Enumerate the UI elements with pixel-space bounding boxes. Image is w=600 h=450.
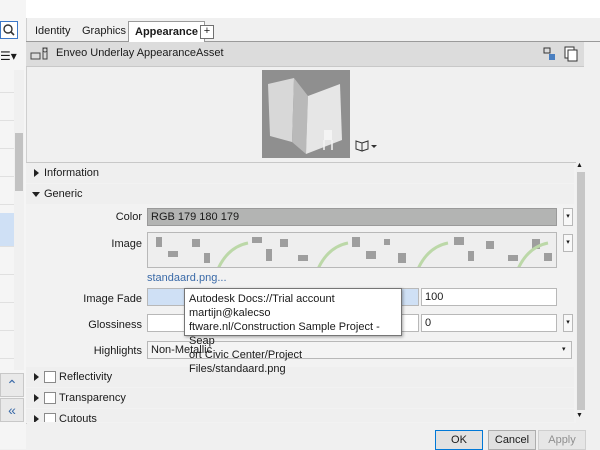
highlights-label: Highlights bbox=[93, 345, 142, 357]
image-fade-input[interactable]: 100 bbox=[421, 288, 557, 306]
section-transparency[interactable]: Transparency bbox=[26, 388, 574, 408]
cancel-button[interactable]: Cancel bbox=[488, 430, 536, 450]
list-item[interactable] bbox=[0, 121, 14, 149]
glossiness-label: Glossiness bbox=[88, 319, 142, 331]
preview-scene-icon[interactable] bbox=[354, 139, 378, 153]
section-title: Cutouts bbox=[59, 413, 97, 422]
list-item[interactable] bbox=[0, 177, 14, 205]
list-item[interactable] bbox=[0, 65, 14, 93]
tab-appearance[interactable]: Appearance bbox=[128, 21, 205, 43]
transparency-checkbox[interactable] bbox=[44, 392, 56, 404]
cutouts-checkbox[interactable] bbox=[44, 413, 56, 422]
section-title: Information bbox=[44, 167, 100, 179]
list-item[interactable] bbox=[0, 247, 14, 275]
left-scrollbar-thumb[interactable] bbox=[15, 133, 23, 191]
add-tab-button[interactable]: + bbox=[200, 25, 214, 39]
view-menu-icon[interactable]: ☰▾ bbox=[0, 47, 22, 65]
section-cutouts[interactable]: Cutouts bbox=[26, 409, 574, 422]
search-button[interactable] bbox=[0, 21, 18, 39]
expand-icon bbox=[34, 394, 39, 402]
list-item[interactable] bbox=[0, 275, 14, 303]
copy-asset-icon[interactable] bbox=[563, 46, 579, 62]
scroll-down-icon[interactable]: ▼ bbox=[576, 412, 583, 419]
top-blank-area bbox=[26, 0, 600, 18]
section-title: Generic bbox=[44, 188, 83, 200]
section-information[interactable]: Information bbox=[26, 163, 574, 183]
expand-icon bbox=[34, 373, 39, 381]
tooltip-line: ort Civic Center/Project Files/standaard… bbox=[189, 349, 303, 375]
list-item-selected[interactable] bbox=[0, 213, 14, 247]
glossiness-input[interactable]: 0 bbox=[421, 314, 557, 332]
tooltip-line: Autodesk Docs://Trial account martijn@ka… bbox=[189, 293, 335, 319]
section-title: Transparency bbox=[59, 392, 126, 404]
list-item[interactable] bbox=[0, 93, 14, 121]
list-item[interactable] bbox=[0, 149, 14, 177]
tab-graphics[interactable]: Graphics bbox=[76, 21, 132, 41]
apply-button[interactable]: Apply bbox=[538, 430, 586, 450]
image-file-link[interactable]: standaard.png... bbox=[147, 272, 227, 284]
glossiness-dropdown[interactable]: ▾ bbox=[563, 314, 573, 332]
list-item[interactable] bbox=[0, 331, 14, 359]
panel-scrollbar-thumb[interactable] bbox=[577, 172, 585, 410]
ok-button[interactable]: OK bbox=[435, 430, 483, 450]
duplicate-asset-icon[interactable] bbox=[543, 46, 557, 62]
tooltip-line: ftware.nl/Construction Sample Project - … bbox=[189, 321, 380, 347]
left-scrollbar-track[interactable] bbox=[14, 70, 24, 370]
tab-identity[interactable]: Identity bbox=[29, 21, 76, 41]
reflectivity-checkbox[interactable] bbox=[44, 371, 56, 383]
asset-name: Enveo Underlay AppearanceAsset bbox=[56, 47, 224, 59]
asset-type-icon bbox=[30, 47, 48, 60]
expand-icon bbox=[34, 169, 39, 177]
image-fade-label: Image Fade bbox=[83, 293, 142, 305]
scroll-up-icon[interactable]: ▲ bbox=[576, 162, 583, 169]
image-path-tooltip: Autodesk Docs://Trial account martijn@ka… bbox=[184, 288, 402, 375]
color-label: Color bbox=[115, 211, 142, 223]
image-thumbnail[interactable] bbox=[147, 232, 557, 268]
section-generic[interactable]: Generic bbox=[26, 184, 574, 204]
image-label: Image bbox=[111, 238, 142, 250]
expand-icon bbox=[34, 415, 39, 422]
list-item[interactable] bbox=[0, 303, 14, 331]
color-dropdown[interactable]: ▾ bbox=[563, 208, 573, 226]
collapse-icon bbox=[32, 192, 40, 197]
image-dropdown[interactable]: ▾ bbox=[563, 234, 573, 252]
collapse-up-icon[interactable]: ⌃ bbox=[0, 373, 24, 397]
chevron-down-icon: ▾ bbox=[562, 346, 566, 353]
search-icon bbox=[3, 24, 15, 36]
color-field[interactable]: RGB 179 180 179 bbox=[147, 208, 557, 226]
material-preview-image bbox=[262, 70, 350, 158]
collapse-left-icon[interactable]: « bbox=[0, 398, 24, 422]
section-title: Reflectivity bbox=[59, 371, 113, 383]
